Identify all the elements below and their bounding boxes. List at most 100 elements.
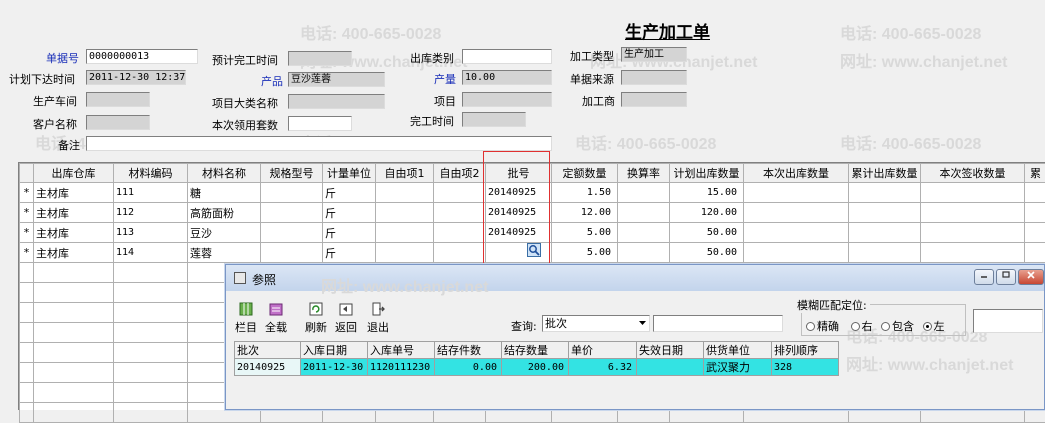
col-header[interactable]: 本次出库数量	[744, 164, 849, 183]
grid-cell-empty[interactable]	[20, 303, 34, 323]
grid-cell-marker[interactable]: *	[20, 183, 34, 203]
close-button[interactable]	[1018, 269, 1044, 285]
grid-cell-sign[interactable]	[921, 203, 1025, 223]
remark-field[interactable]	[86, 136, 552, 151]
plan-time-field[interactable]: 2011-12-30 12:37	[86, 70, 186, 85]
grid-cell-rate[interactable]	[618, 203, 670, 223]
query-select[interactable]: 批次	[542, 315, 650, 332]
grid-cell-empty[interactable]	[20, 403, 34, 423]
grid-cell-spec[interactable]	[261, 243, 323, 263]
ref-cell-batch[interactable]: 20140925	[235, 359, 301, 376]
grid-cell-f2[interactable]	[434, 243, 486, 263]
grid-cell-extra[interactable]	[1025, 223, 1045, 243]
doc-no-field[interactable]: 0000000013	[86, 49, 198, 64]
col-header[interactable]: 本次签收数量	[921, 164, 1025, 183]
grid-cell-marker[interactable]: *	[20, 203, 34, 223]
grid-cell-empty[interactable]	[34, 343, 114, 363]
fuzzy-value-input[interactable]	[973, 309, 1043, 333]
ref-col-header[interactable]: 排列顺序	[772, 342, 839, 359]
grid-cell-empty[interactable]	[114, 323, 188, 343]
grid-cell-empty[interactable]	[34, 283, 114, 303]
workshop-field[interactable]	[86, 92, 150, 107]
grid-cell-f2[interactable]	[434, 183, 486, 203]
grid-cell-unit[interactable]: 斤	[323, 203, 376, 223]
out-type-field[interactable]	[462, 49, 552, 64]
grid-cell-marker[interactable]: *	[20, 223, 34, 243]
ref-cell-qty[interactable]: 200.00	[502, 359, 569, 376]
product-field[interactable]: 豆沙莲蓉	[288, 72, 385, 87]
col-header[interactable]: 累	[1025, 164, 1045, 183]
grid-cell-quota[interactable]: 5.00	[552, 223, 618, 243]
grid-cell-name[interactable]: 豆沙	[188, 223, 261, 243]
grid-cell-empty[interactable]	[34, 403, 114, 423]
grid-cell-quota[interactable]: 5.00	[552, 243, 618, 263]
processor-field[interactable]	[621, 92, 687, 107]
ref-col-header[interactable]: 单价	[569, 342, 637, 359]
project-field[interactable]	[462, 92, 552, 107]
col-header[interactable]: 换算率	[618, 164, 670, 183]
grid-cell-empty[interactable]	[114, 283, 188, 303]
grid-cell-warehouse[interactable]: 主材库	[34, 183, 114, 203]
grid-cell-empty[interactable]	[114, 343, 188, 363]
col-header[interactable]: 材料名称	[188, 164, 261, 183]
grid-cell-sign[interactable]	[921, 223, 1025, 243]
grid-cell-name[interactable]: 莲蓉	[188, 243, 261, 263]
col-header[interactable]: 出库仓库	[34, 164, 114, 183]
grid-cell-empty[interactable]	[114, 383, 188, 403]
grid-cell-empty[interactable]	[34, 303, 114, 323]
grid-cell-spec[interactable]	[261, 223, 323, 243]
grid-cell-empty[interactable]	[20, 383, 34, 403]
grid-cell-empty[interactable]	[20, 263, 34, 283]
grid-cell-plan[interactable]: 50.00	[670, 223, 744, 243]
refresh-button[interactable]: 刷新	[302, 301, 330, 335]
grid-cell-empty[interactable]	[20, 323, 34, 343]
ref-col-header[interactable]: 供货单位	[704, 342, 772, 359]
grid-cell-code[interactable]: 113	[114, 223, 188, 243]
grid-cell-code[interactable]: 114	[114, 243, 188, 263]
source-field[interactable]	[621, 70, 687, 85]
load-all-button[interactable]: 全载	[262, 301, 290, 335]
grid-cell-empty[interactable]	[114, 303, 188, 323]
grid-cell-quota[interactable]: 1.50	[552, 183, 618, 203]
grid-cell-name[interactable]: 高筋面粉	[188, 203, 261, 223]
process-type-field[interactable]: 生产加工	[621, 47, 687, 62]
grid-cell-f1[interactable]	[376, 223, 434, 243]
grid-cell-empty[interactable]	[20, 283, 34, 303]
ref-col-header[interactable]: 结存数量	[502, 342, 569, 359]
col-header[interactable]: 定额数量	[552, 164, 618, 183]
grid-cell-unit[interactable]: 斤	[323, 223, 376, 243]
grid-cell-warehouse[interactable]: 主材库	[34, 203, 114, 223]
ref-col-header[interactable]: 入库单号	[368, 342, 435, 359]
grid-cell-extra[interactable]	[1025, 183, 1045, 203]
minimize-button[interactable]	[974, 269, 994, 285]
grid-cell-f2[interactable]	[434, 203, 486, 223]
grid-cell-empty[interactable]	[34, 383, 114, 403]
col-header[interactable]: 自由项2	[434, 164, 486, 183]
grid-cell-cur[interactable]	[744, 203, 849, 223]
grid-cell-cur[interactable]	[744, 223, 849, 243]
back-button[interactable]: 返回	[332, 301, 360, 335]
ref-cell-in-no[interactable]: 1120111230	[368, 359, 435, 376]
grid-cell-cum[interactable]	[849, 243, 921, 263]
grid-cell-cur[interactable]	[744, 243, 849, 263]
grid-cell-unit[interactable]: 斤	[323, 243, 376, 263]
grid-cell-plan[interactable]: 50.00	[670, 243, 744, 263]
grid-cell-f2[interactable]	[434, 223, 486, 243]
ref-col-header[interactable]: 批次	[235, 342, 301, 359]
ref-cell-order[interactable]: 328	[772, 359, 839, 376]
grid-cell-cum[interactable]	[849, 183, 921, 203]
col-header[interactable]: 累计出库数量	[849, 164, 921, 183]
grid-cell-extra[interactable]	[1025, 203, 1045, 223]
grid-cell-plan[interactable]: 120.00	[670, 203, 744, 223]
col-header[interactable]: 材料编码	[114, 164, 188, 183]
grid-cell-empty[interactable]	[34, 363, 114, 383]
grid-cell-f1[interactable]	[376, 183, 434, 203]
quantity-field[interactable]: 10.00	[462, 70, 552, 85]
est-finish-field[interactable]	[288, 51, 352, 66]
grid-cell-code[interactable]: 111	[114, 183, 188, 203]
grid-cell-warehouse[interactable]: 主材库	[34, 223, 114, 243]
ref-col-header[interactable]: 结存件数	[435, 342, 502, 359]
grid-cell-marker[interactable]: *	[20, 243, 34, 263]
ref-cell-price[interactable]: 6.32	[569, 359, 637, 376]
radio-left[interactable]: 左	[923, 320, 945, 333]
